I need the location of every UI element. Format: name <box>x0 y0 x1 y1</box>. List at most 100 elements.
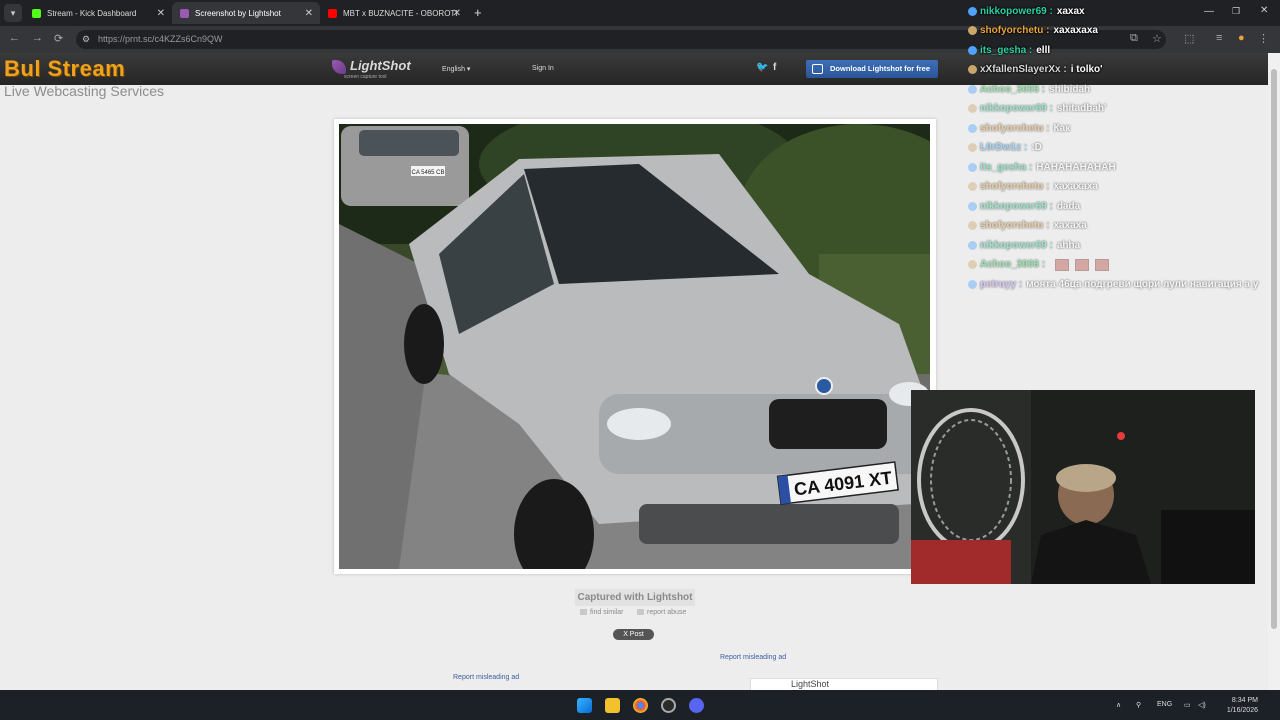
chat-message: xXfallenSlayerXx :i tolko' <box>968 62 1103 78</box>
chat-message: its_gesha : HAHAHAHAHAH <box>968 159 1116 175</box>
minimize-button[interactable]: — <box>1204 6 1214 17</box>
new-tab-button[interactable]: + <box>474 5 482 20</box>
x-post-button[interactable]: X Post <box>613 629 654 640</box>
download-button[interactable]: Download Lightshot for free <box>806 60 938 78</box>
streamer-webcam-image <box>911 390 1255 584</box>
emote-icon <box>1075 258 1090 271</box>
user-badge-icon <box>968 123 977 133</box>
tab-kick-dashboard[interactable]: Stream - Kick Dashboard ✕ <box>24 2 172 24</box>
tray-app-icon[interactable]: ⚲ <box>1136 701 1141 709</box>
user-badge-icon <box>968 201 977 211</box>
volume-icon[interactable]: ◁) <box>1198 701 1206 709</box>
chat-message: shofyorchetu : Как <box>968 120 1070 136</box>
user-badge-icon <box>968 221 977 230</box>
image-icon <box>580 609 587 616</box>
file-explorer-icon[interactable] <box>605 698 620 713</box>
maximize-button[interactable]: ❐ <box>1232 6 1240 17</box>
lightshot-subtitle: screen capture tool <box>344 73 387 80</box>
chat-username: shofyorchetu : <box>980 181 1050 192</box>
chat-text: моята 46ца подгреви щори лули навигация … <box>1026 278 1259 290</box>
windows-taskbar: ∧ ⚲ ENG ▭ ◁) 8:34 PM 1/16/2026 <box>0 690 1280 720</box>
chat-text: shibidah <box>1049 83 1091 95</box>
sign-in-link[interactable]: Sign In <box>532 65 554 72</box>
user-badge-icon <box>968 162 977 172</box>
bulstream-logo: Bul Stream <box>4 56 126 81</box>
tab-youtube[interactable]: MBT x BUZNACITE - OBOROTI ✕ <box>320 2 468 24</box>
chat-username: nikkopower69 : <box>980 239 1053 251</box>
chat-username: shofyorchetu : <box>980 220 1050 231</box>
site-info-icon[interactable]: ⚙ <box>82 30 90 49</box>
install-icon[interactable]: ⧉ <box>1130 32 1138 45</box>
webcam-overlay <box>911 390 1255 584</box>
chat-username: shofyorchetu : <box>980 25 1050 36</box>
twitter-icon[interactable]: 🐦 <box>756 62 768 73</box>
chat-text: dada <box>1056 200 1081 212</box>
user-badge-icon <box>968 104 977 113</box>
chat-text: ahha <box>1056 239 1081 251</box>
close-icon[interactable]: ✕ <box>157 8 165 19</box>
car-photo[interactable]: CA 5465 CB CA 4091 XT <box>339 124 930 569</box>
system-clock[interactable]: 8:34 PM 1/16/2026 <box>1214 696 1258 716</box>
tray-chevron-icon[interactable]: ∧ <box>1116 701 1121 709</box>
user-badge-icon <box>968 84 977 94</box>
flag-icon <box>637 609 644 616</box>
chat-message: nikkopower69 : ahha <box>968 237 1080 253</box>
report-ad-link[interactable]: Report misleading ad <box>720 654 786 661</box>
facebook-icon[interactable]: f <box>773 62 776 73</box>
chat-text: xaxaxaxa <box>1053 25 1098 36</box>
chat-username: its_gesha : <box>980 161 1033 173</box>
extensions-icon[interactable]: ⬚ <box>1184 32 1194 45</box>
chat-message: shofyorchetu : xaxaxa <box>968 218 1087 234</box>
forward-icon[interactable]: → <box>32 32 43 44</box>
user-badge-icon <box>968 65 977 74</box>
scroll-thumb[interactable] <box>1271 69 1277 629</box>
ad-box[interactable]: LightShot <box>750 678 938 690</box>
windows-start-icon[interactable] <box>577 698 592 713</box>
chat-message: nikkopower69 : shitadbah' <box>968 101 1106 117</box>
chat-username: its_gesha : <box>980 44 1033 56</box>
bmw-sedan-image: CA 5465 CB CA 4091 XT <box>339 124 930 569</box>
bulstream-tagline: Live Webcasting Services <box>4 83 165 99</box>
page-scrollbar[interactable] <box>1268 53 1280 690</box>
chat-text: :D <box>1031 142 1042 153</box>
chat-message: shofyorchetu : xaxaxaxa <box>968 23 1098 39</box>
chat-text: Как <box>1053 122 1071 134</box>
chat-username: petruyy : <box>980 278 1023 290</box>
tab-search-dropdown[interactable]: ▾ <box>4 4 22 22</box>
network-icon[interactable]: ▭ <box>1184 701 1191 709</box>
kick-icon <box>32 8 41 18</box>
chat-username: xXfallenSlayerXx : <box>980 64 1067 75</box>
tab-lightshot[interactable]: Screenshot by Lightshot ✕ <box>172 2 320 24</box>
report-abuse-link[interactable]: report abuse <box>637 609 686 616</box>
chat-username: shofyorchetu : <box>980 122 1050 134</box>
chat-message: Achoo_3006 : <box>968 257 1110 273</box>
obs-icon[interactable] <box>661 698 676 713</box>
user-badge-icon <box>968 279 977 289</box>
chat-message: its_gesha : elll <box>968 42 1050 58</box>
close-window-button[interactable]: ✕ <box>1260 5 1268 16</box>
discord-icon[interactable] <box>689 698 704 713</box>
rear-license-plate: CA 5465 CB <box>411 170 444 176</box>
report-ad-link[interactable]: Report misleading ad <box>453 674 519 681</box>
reading-list-icon[interactable]: ≡ <box>1216 32 1222 44</box>
lightshot-logo[interactable]: LightShot screen capture tool <box>332 58 411 80</box>
find-similar-link[interactable]: find similar <box>580 609 623 616</box>
download-icon <box>812 64 823 74</box>
language-indicator[interactable]: ENG <box>1157 701 1172 708</box>
chat-message: shofyorchetu : xaxaxaxa <box>968 179 1098 195</box>
chat-username: Achoo_3006 : <box>980 83 1046 95</box>
language-select[interactable]: English ▾ <box>442 65 470 73</box>
chat-message: nikkopower69 : xaxax <box>968 3 1085 19</box>
menu-icon[interactable]: ⋮ <box>1258 32 1269 45</box>
user-badge-icon <box>968 26 977 35</box>
close-icon[interactable]: ✕ <box>453 8 461 19</box>
chrome-icon[interactable] <box>633 698 648 713</box>
profile-avatar[interactable]: ● <box>1238 32 1245 44</box>
chat-text: xaxaxa <box>1053 220 1087 231</box>
bookmark-star-icon[interactable]: ☆ <box>1152 32 1162 45</box>
chat-text: elll <box>1036 44 1051 56</box>
close-icon[interactable]: ✕ <box>305 8 313 19</box>
back-icon[interactable]: ← <box>9 32 20 44</box>
url-text: https://prnt.sc/c4KZZs6Cn9QW <box>98 34 223 44</box>
reload-icon[interactable]: ⟳ <box>54 32 63 45</box>
